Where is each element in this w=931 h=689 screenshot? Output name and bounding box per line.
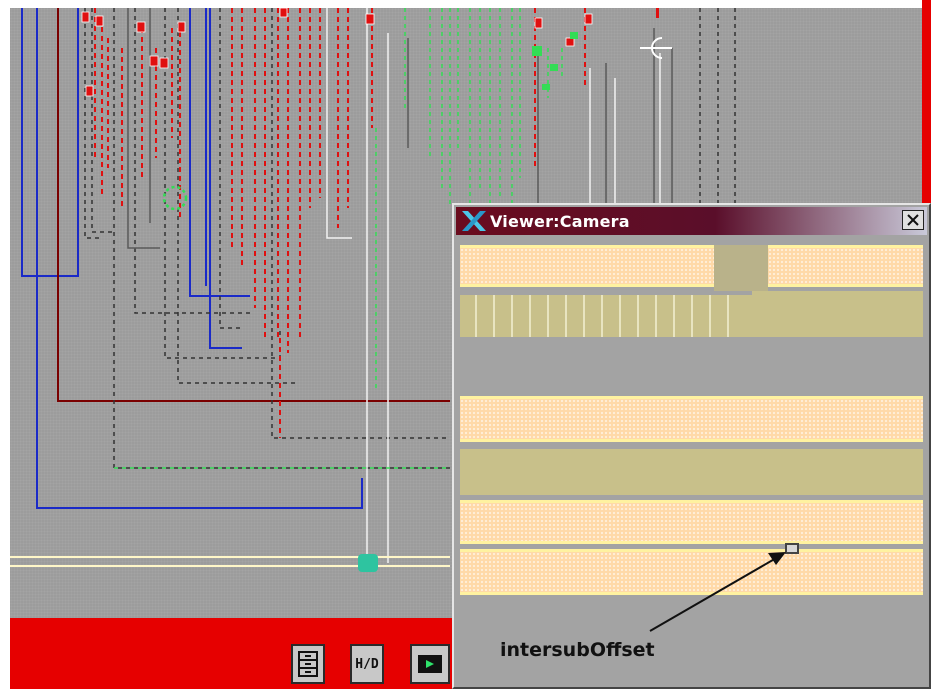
viewer-title: Viewer:Camera — [490, 211, 630, 231]
camera-view[interactable]: intersubOffset — [460, 241, 923, 681]
crosshair-marker — [640, 37, 672, 59]
stack-icon — [298, 651, 318, 677]
camera-icon — [418, 655, 442, 673]
half-divide-button[interactable]: H/D — [350, 644, 384, 684]
annotation-arrow — [649, 552, 786, 632]
teal-via — [358, 554, 378, 572]
annotation-label: intersubOffset — [500, 639, 655, 661]
close-icon — [907, 214, 919, 226]
close-button[interactable] — [902, 210, 924, 230]
viewer-title-bar[interactable]: Viewer:Camera — [456, 207, 927, 235]
probe-circle — [162, 185, 188, 211]
stack-button[interactable] — [291, 644, 325, 684]
camera-viewer-window[interactable]: Viewer:Camera intersubOffset — [452, 203, 931, 689]
power-rail — [10, 556, 450, 567]
half-divide-icon: H/D — [355, 656, 379, 672]
x-logo-icon — [462, 211, 486, 231]
camera-button[interactable] — [410, 644, 450, 684]
